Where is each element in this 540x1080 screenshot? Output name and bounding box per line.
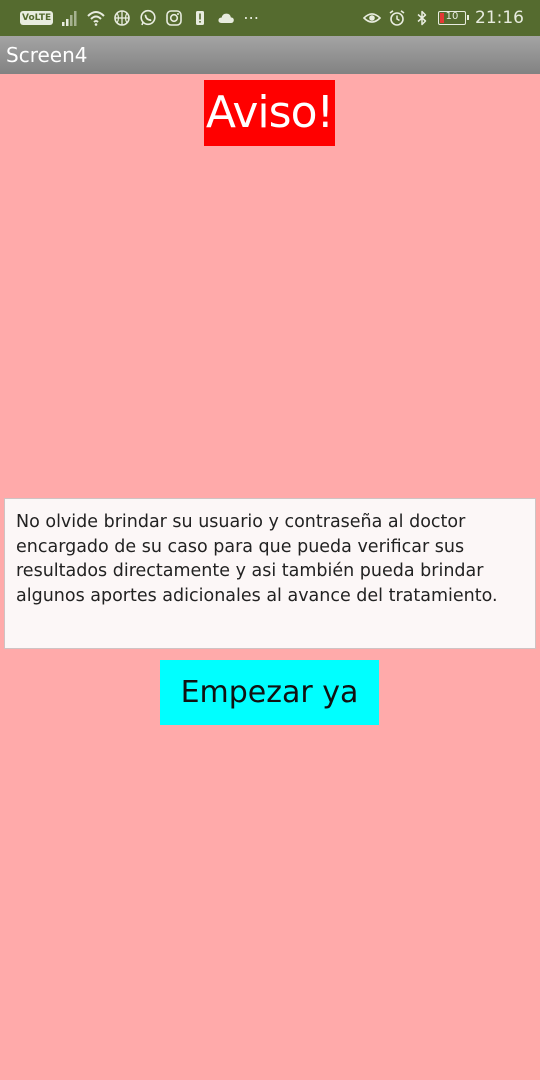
signal-icon (61, 9, 79, 27)
whatsapp-icon (139, 9, 157, 27)
message-textbox[interactable]: No olvide brindar su usuario y contraseñ… (4, 498, 536, 649)
start-button[interactable]: Empezar ya (160, 660, 379, 725)
status-bar-right: 10 21:16 (363, 7, 524, 29)
battery-icon: 10 (438, 11, 469, 25)
alarm-icon (388, 9, 406, 27)
notice-label: Aviso! (204, 80, 335, 146)
bluetooth-icon (413, 9, 431, 27)
wifi-icon (87, 9, 105, 27)
status-bar-left: VoLTE ⋯ (20, 7, 260, 29)
instagram-icon (165, 9, 183, 27)
alert-icon (191, 9, 209, 27)
basketball-icon (113, 9, 131, 27)
eye-icon (363, 9, 381, 27)
screen-title: Screen4 (6, 43, 88, 67)
status-bar: VoLTE ⋯ 10 21:16 (0, 0, 540, 36)
status-time: 21:16 (475, 8, 524, 28)
cloud-icon (217, 9, 235, 27)
battery-level: 10 (445, 11, 459, 22)
volte-icon: VoLTE (20, 11, 54, 25)
more-icon: ⋯ (243, 8, 261, 27)
title-bar: Screen4 (0, 36, 540, 74)
